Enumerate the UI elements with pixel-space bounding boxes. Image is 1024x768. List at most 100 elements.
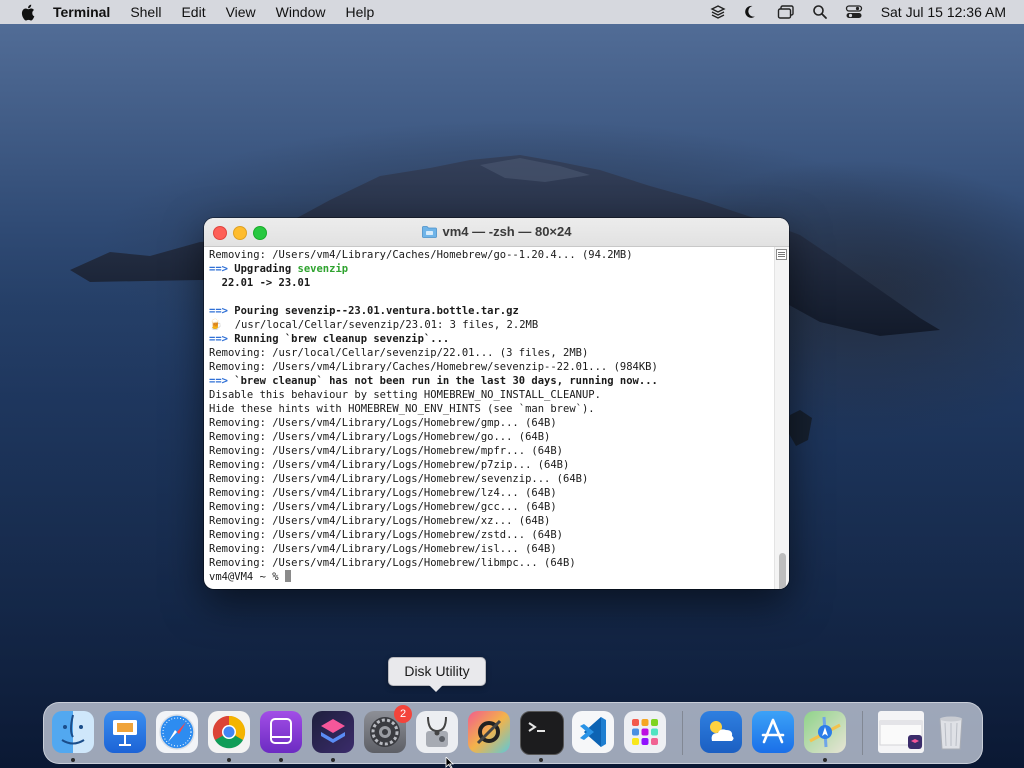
terminal-text: Removing: /Users/vm4/Library/Logs/Homebr… (209, 501, 557, 513)
terminal-text: Removing: /Users/vm4/Library/Logs/Homebr… (209, 417, 557, 429)
terminal-line: Removing: /Users/vm4/Library/Logs/Homebr… (209, 514, 774, 528)
launchpad-icon[interactable] (624, 711, 666, 753)
terminal-line: Disable this behaviour by setting HOMEBR… (209, 388, 774, 402)
dock: 2 (43, 702, 983, 764)
terminal-line: Removing: /Users/vm4/Library/Logs/Homebr… (209, 458, 774, 472)
vscode-icon[interactable] (572, 711, 614, 753)
terminal-line: ==> `brew cleanup` has not been run in t… (209, 374, 774, 388)
notification-badge: 2 (394, 705, 412, 723)
moon-icon[interactable] (741, 1, 763, 23)
terminal-text: Removing: /Users/vm4/Library/Logs/Homebr… (209, 473, 589, 485)
terminal-text: ==> (209, 263, 228, 275)
terminal-line: Removing: /Users/vm4/Library/Logs/Homebr… (209, 416, 774, 430)
dock-separator (682, 711, 683, 755)
terminal-line: Removing: /Users/vm4/Library/Logs/Homebr… (209, 430, 774, 444)
text-cursor (284, 570, 291, 582)
menu-bar: Terminal Shell Edit View Window Help Sat… (0, 0, 1024, 24)
running-indicator-podcasts (279, 758, 283, 762)
terminal-text: ==> (209, 375, 228, 387)
terminal-icon[interactable] (520, 711, 564, 755)
terminal-text: Disable this behaviour by setting HOMEBR… (209, 389, 601, 401)
folder-icon (421, 220, 437, 248)
menu-view[interactable]: View (216, 0, 266, 24)
terminal-output[interactable]: Removing: /Users/vm4/Library/Caches/Home… (209, 248, 774, 588)
terminal-text: Pouring sevenzip--23.01.ventura.bottle.t… (227, 305, 519, 317)
terminal-line: Removing: /Users/vm4/Library/Logs/Homebr… (209, 472, 774, 486)
terminal-text: Removing: /Users/vm4/Library/Logs/Homebr… (209, 515, 551, 527)
terminal-text: Removing: /usr/local/Cellar/sevenzip/22.… (209, 347, 589, 359)
terminal-text: Removing: /Users/vm4/Library/Logs/Homebr… (209, 459, 570, 471)
terminal-text: Hide these hints with HOMEBREW_NO_ENV_HI… (209, 403, 595, 415)
window-titlebar[interactable]: vm4 — -zsh — 80×24 (204, 218, 789, 247)
menu-app-name[interactable]: Terminal (45, 0, 120, 24)
terminal-text: sevenzip (297, 263, 349, 275)
terminal-line: ==> Upgrading sevenzip (209, 262, 774, 276)
app-store-icon[interactable] (752, 711, 794, 753)
terminal-line: Removing: /Users/vm4/Library/Logs/Homebr… (209, 528, 774, 542)
terminal-text: vm4@VM4 ~ % (209, 571, 285, 583)
terminal-line: 🍺 /usr/local/Cellar/sevenzip/23.01: 3 fi… (209, 318, 774, 332)
terminal-line: Removing: /Users/vm4/Library/Logs/Homebr… (209, 556, 774, 570)
trash-icon[interactable] (930, 711, 972, 753)
keynote-icon[interactable] (104, 711, 146, 753)
terminal-line: Removing: /Users/vm4/Library/Caches/Home… (209, 360, 774, 374)
system-toolkit-icon[interactable] (468, 711, 510, 753)
terminal-line: vm4@VM4 ~ % (209, 570, 774, 584)
running-indicator-chrome (227, 758, 231, 762)
search-icon[interactable] (809, 1, 831, 23)
scroll-menu-icon[interactable] (776, 249, 787, 260)
window-title: vm4 — -zsh — 80×24 (442, 224, 572, 239)
terminal-text: Running `brew cleanup sevenzip`... (227, 333, 450, 345)
terminal-line: Hide these hints with HOMEBREW_NO_ENV_HI… (209, 402, 774, 416)
menu-shell[interactable]: Shell (120, 0, 171, 24)
scroll-thumb[interactable] (779, 553, 786, 589)
terminal-text: Removing: /Users/vm4/Library/Logs/Homebr… (209, 543, 557, 555)
window-title-area: vm4 — -zsh — 80×24 (204, 218, 789, 248)
terminal-text: ==> (209, 333, 228, 345)
safari-icon[interactable] (156, 711, 198, 753)
terminal-text: 22.01 -> 23.01 (209, 277, 311, 289)
terminal-line: ==> Running `brew cleanup sevenzip`... (209, 332, 774, 346)
menu-window[interactable]: Window (266, 0, 336, 24)
disk-utility-icon[interactable] (416, 711, 458, 753)
terminal-line: 22.01 -> 23.01 (209, 276, 774, 290)
podcasts-icon[interactable] (260, 711, 302, 753)
terminal-line: Removing: /usr/local/Cellar/sevenzip/22.… (209, 346, 774, 360)
menu-help[interactable]: Help (335, 0, 384, 24)
menu-clock[interactable]: Sat Jul 15 12:36 AM (881, 4, 1006, 20)
terminal-window: vm4 — -zsh — 80×24 Removing: /Users/vm4/… (204, 218, 789, 589)
terminal-text: ==> (209, 305, 228, 317)
terminal-text: /usr/local/Cellar/sevenzip/23.01: 3 file… (222, 319, 539, 331)
apple-icon[interactable] (17, 2, 37, 22)
terminal-line: Removing: /Users/vm4/Library/Logs/Homebr… (209, 444, 774, 458)
shortcuts-icon[interactable] (312, 711, 354, 753)
finder-icon[interactable] (52, 711, 94, 753)
terminal-line: Removing: /Users/vm4/Library/Caches/Home… (209, 248, 774, 262)
terminal-line: Removing: /Users/vm4/Library/Logs/Homebr… (209, 542, 774, 556)
running-indicator-terminal (539, 758, 543, 762)
chrome-icon[interactable] (208, 711, 250, 753)
terminal-text: Upgrading (227, 263, 298, 275)
mouse-pointer-icon (445, 757, 454, 768)
system-settings-icon[interactable]: 2 (364, 705, 412, 753)
terminal-text: Removing: /Users/vm4/Library/Logs/Homebr… (209, 529, 564, 541)
terminal-text: Removing: /Users/vm4/Library/Logs/Homebr… (209, 557, 576, 569)
terminal-text: Removing: /Users/vm4/Library/Caches/Home… (209, 249, 633, 261)
dock-separator (862, 711, 863, 755)
stack-icon[interactable] (707, 1, 729, 23)
scrollbar[interactable] (774, 247, 789, 589)
terminal-line: Removing: /Users/vm4/Library/Logs/Homebr… (209, 486, 774, 500)
menu-edit[interactable]: Edit (171, 0, 215, 24)
recent-window-thumbnail[interactable] (878, 711, 924, 753)
running-indicator-finder (71, 758, 75, 762)
screen-mirroring-icon[interactable] (775, 1, 797, 23)
running-indicator-shortcuts (331, 758, 335, 762)
status-area: Sat Jul 15 12:36 AM (701, 0, 1024, 24)
running-indicator-maps (823, 758, 827, 762)
maps-icon[interactable] (804, 711, 846, 753)
terminal-text: Removing: /Users/vm4/Library/Logs/Homebr… (209, 487, 557, 499)
weather-icon[interactable] (700, 711, 742, 753)
control-center-icon[interactable] (843, 1, 865, 23)
beer-icon: 🍺 (209, 319, 223, 331)
